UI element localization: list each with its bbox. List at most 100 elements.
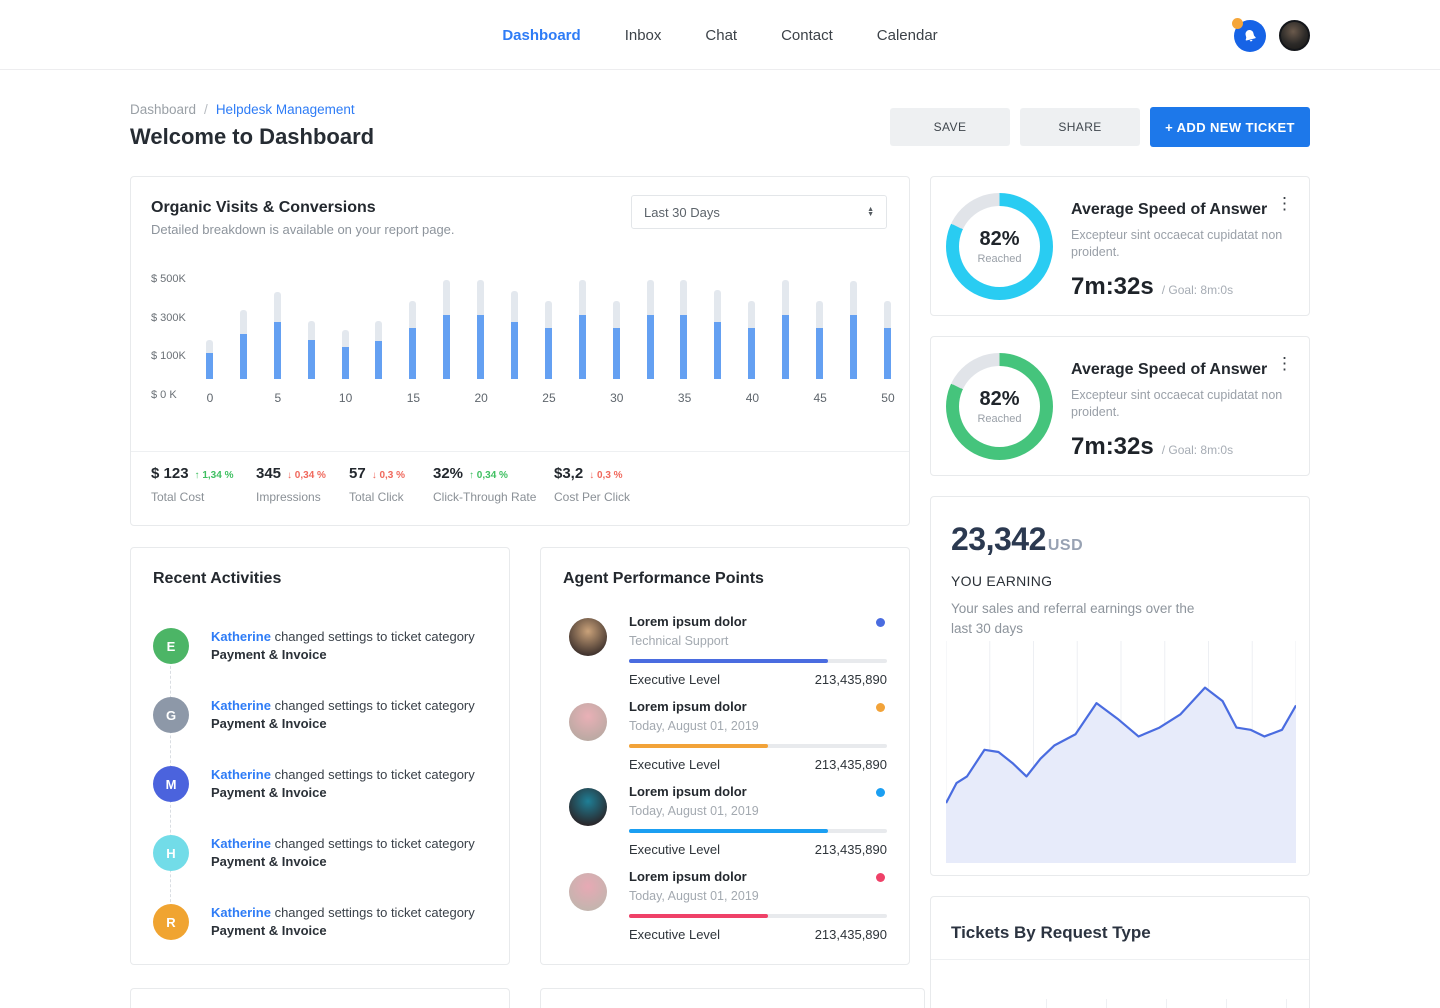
activity-target: Payment & Invoice [211,716,327,731]
arrow-down-icon: ↓ 0,34 % [287,470,326,481]
stat-total-click: 57 ↓ 0,3 % Total Click [349,465,405,504]
bar-value-segment [647,315,654,379]
agent-item: Lorem ipsum dolorToday, August 01, 2019E… [569,784,887,869]
activity-user-link[interactable]: Katherine [211,836,271,851]
nav-item-chat[interactable]: Chat [705,27,737,44]
bar-value-segment [545,328,552,379]
stat-value: 57 [349,465,366,482]
activity-item: RKatherine changed settings to ticket ca… [153,904,491,973]
organic-visits-title: Organic Visits & Conversions [151,199,376,217]
speed-card-description: Excepteur sint occaecat cupidatat non pr… [1071,227,1289,261]
bar [816,273,823,379]
earnings-amount: 23,342 [951,521,1046,558]
bar-value-segment [714,322,721,379]
activity-user-link[interactable]: Katherine [211,629,271,644]
bar [375,273,382,379]
nav-item-contact[interactable]: Contact [781,27,833,44]
speed-time-row: 7m:32s/ Goal: 8m:0s [1071,433,1233,461]
share-button[interactable]: SHARE [1020,108,1140,146]
agent-name: Lorem ipsum dolor [629,784,887,799]
breadcrumb-separator: / [204,102,208,117]
select-arrows-icon: ▲▼ [867,207,874,217]
kebab-menu-icon[interactable]: ⋮ [1276,357,1293,371]
notification-badge [1232,18,1243,29]
x-axis-label: 40 [741,391,763,405]
nav-item-inbox[interactable]: Inbox [625,27,662,44]
agent-level-row: Executive Level213,435,890 [629,842,887,857]
agent-progress-fill [629,829,828,833]
activity-item: M Katherine changed settings to ticket ca… [153,766,491,835]
breadcrumb-helpdesk-management[interactable]: Helpdesk Management [216,102,355,117]
activity-avatar: M [153,766,189,802]
agent-body: Lorem ipsum dolorToday, August 01, 2019E… [629,784,887,857]
speed-card-description: Excepteur sint occaecat cupidatat non pr… [1071,387,1289,421]
activity-user-link[interactable]: Katherine [211,698,271,713]
arrow-down-icon: ↓ 0,3 % [372,470,405,481]
activity-user-link[interactable]: Katherine [211,905,271,920]
bar [274,273,281,379]
agent-subtitle: Today, August 01, 2019 [629,889,887,903]
bottom-card-stub [540,988,925,1008]
date-range-select[interactable]: Last 30 Days ▲▼ [631,195,887,229]
breadcrumb: Dashboard / Helpdesk Management [130,102,355,117]
top-navigation-bar: Dashboard Inbox Chat Contact Calendar [0,0,1440,70]
bar-value-segment [274,322,281,379]
bottom-card-stub [130,988,510,1008]
kebab-menu-icon[interactable]: ⋮ [1276,197,1293,211]
bar [477,273,484,379]
agent-level-row: Executive Level213,435,890 [629,757,887,772]
speed-time-value: 7m:32s [1071,273,1154,301]
x-axis-label: 25 [538,391,560,405]
tickets-by-request-title: Tickets By Request Type [951,923,1151,943]
save-button[interactable]: SAVE [890,108,1010,146]
stat-label: Total Click [349,490,405,504]
y-axis-label: $ 500K [151,273,186,285]
activity-item: EKatherine changed settings to ticket ca… [153,628,491,697]
bar-chart-x-axis: 05101520253035404550 [199,391,899,405]
x-axis-label: 20 [470,391,492,405]
stat-value-row: 57 ↓ 0,3 % [349,465,405,482]
agent-level-label: Executive Level [629,842,720,857]
donut-center-label: 82%Reached [946,353,1053,460]
add-new-ticket-button[interactable]: + ADD NEW TICKET [1150,107,1310,147]
agent-name: Lorem ipsum dolor [629,614,887,629]
activity-text: Katherine changed settings to ticket cat… [211,766,475,802]
bar-value-segment [409,328,416,379]
speed-donut-chart: 82%Reached [946,193,1053,300]
bar-value-segment [511,322,518,379]
speed-time-row: 7m:32s/ Goal: 8m:0s [1071,273,1233,301]
status-dot-icon [876,618,885,627]
agent-avatar [569,703,607,741]
user-avatar[interactable] [1279,20,1310,51]
bar-value-segment [308,340,315,379]
earnings-currency: USD [1048,537,1083,555]
bar [613,273,620,379]
y-axis-label: $ 100K [151,350,186,362]
stat-cost-per-click: $3,2↓ 0,3 %Cost Per Click [554,465,630,504]
activity-target: Payment & Invoice [211,647,327,662]
stat-label: Total Cost [151,490,233,504]
bar [409,273,416,379]
bar-value-segment [342,347,349,379]
agent-body: Lorem ipsum dolorToday, August 01, 2019E… [629,699,887,772]
speed-goal-label: / Goal: 8m:0s [1162,443,1233,457]
activity-user-link[interactable]: Katherine [211,767,271,782]
nav-item-calendar[interactable]: Calendar [877,27,938,44]
activity-avatar: R [153,904,189,940]
stat-impressions: 345↓ 0,34 %Impressions [256,465,326,504]
activity-target: Payment & Invoice [211,854,327,869]
nav-item-dashboard[interactable]: Dashboard [502,27,580,44]
stat-value: $ 123 [151,465,189,482]
bar [647,273,654,379]
agent-progress-track [629,659,887,663]
notification-button[interactable] [1232,18,1266,52]
agent-performance-title: Agent Performance Points [563,570,764,588]
x-axis-label: 50 [877,391,899,405]
stat-value: 345 [256,465,281,482]
breadcrumb-dashboard[interactable]: Dashboard [130,102,196,117]
activity-item: HKatherine changed settings to ticket ca… [153,835,491,904]
earnings-amount-row: 23,342 USD [951,521,1083,558]
agent-points-value: 213,435,890 [815,927,887,942]
agent-points-value: 213,435,890 [815,757,887,772]
stat-label: Cost Per Click [554,490,630,504]
